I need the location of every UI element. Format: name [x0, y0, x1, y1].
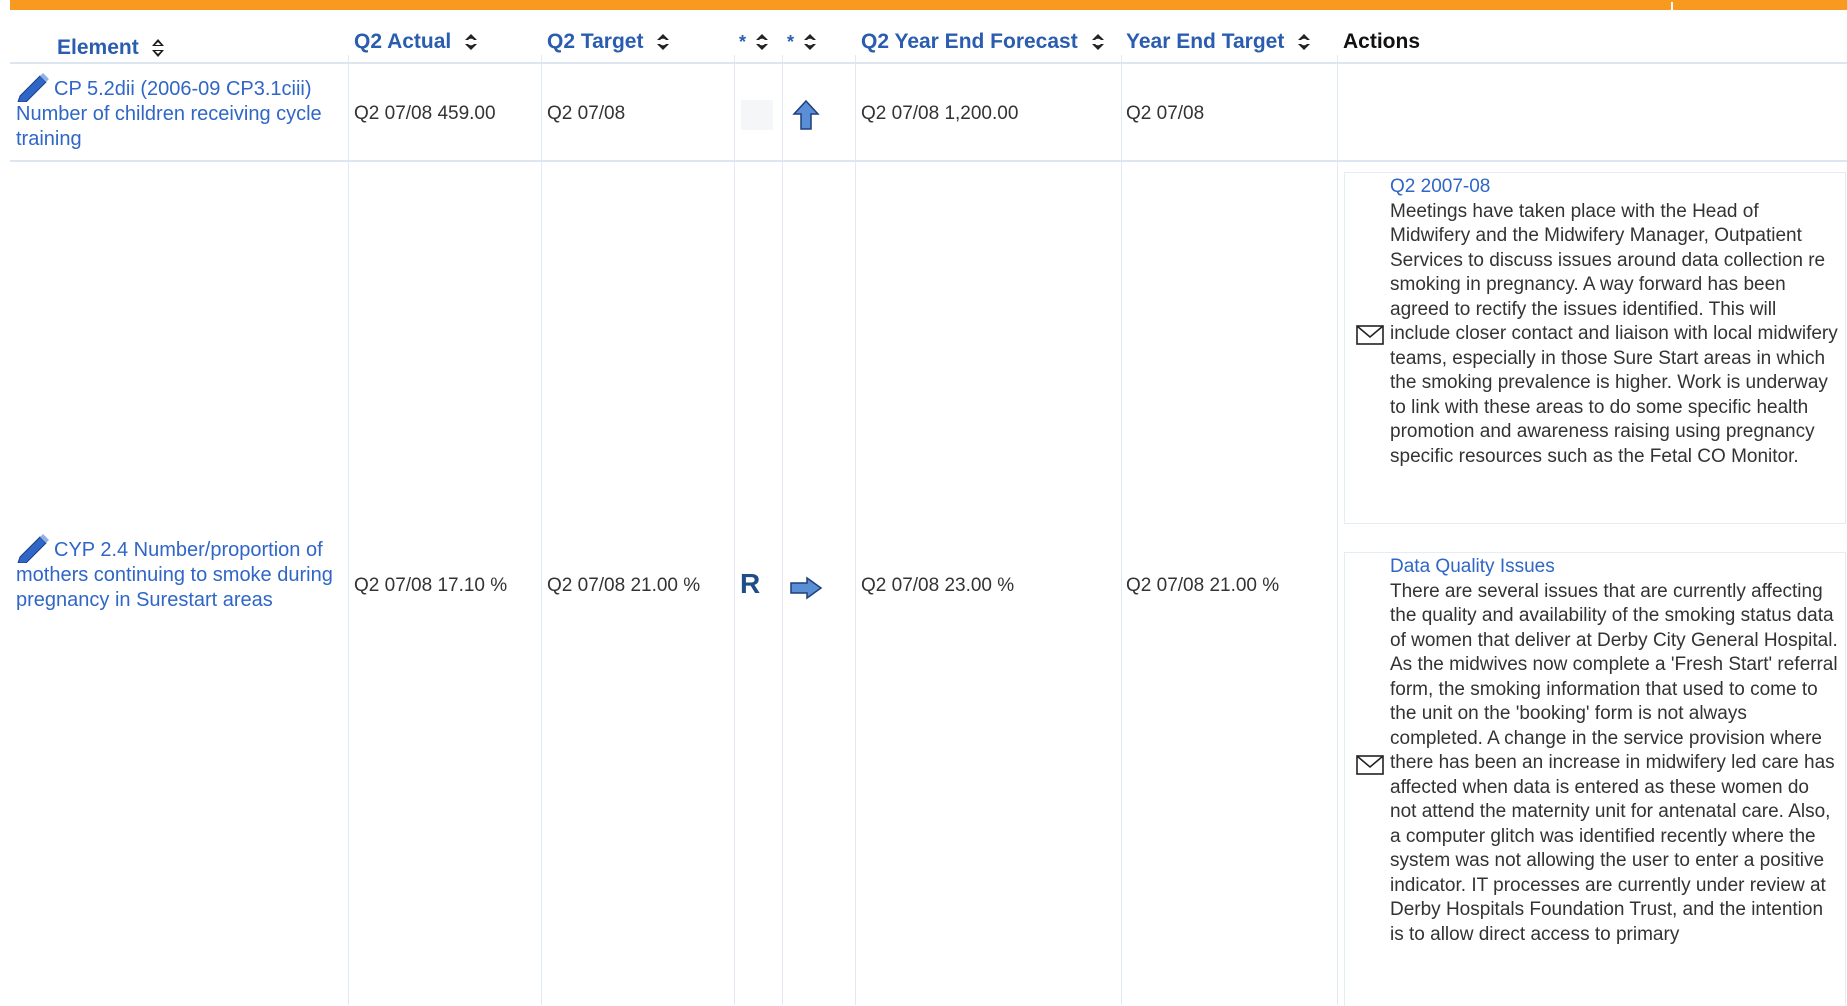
sort-both-icon[interactable]: [151, 37, 165, 59]
action-note: Q2 2007-08 Meetings have taken place wit…: [1344, 172, 1846, 524]
header-q2-forecast-label[interactable]: Q2 Year End Forecast: [861, 30, 1078, 53]
table-row-element[interactable]: CYP 2.4 Number/proportion of mothers con…: [16, 531, 346, 613]
header-year-end-target-label[interactable]: Year End Target: [1126, 30, 1284, 53]
year-end-target-value: Q2 07/08 21.00 %: [1126, 575, 1280, 596]
header-trend[interactable]: *: [787, 30, 818, 54]
note-text: Meetings have taken place with the Head …: [1390, 200, 1838, 467]
q2-actual-value: Q2 07/08 459.00: [354, 103, 496, 124]
column-divider: [1337, 55, 1338, 1005]
column-divider: [541, 55, 542, 1005]
status-red-badge: R: [740, 568, 761, 599]
note-title[interactable]: Q2 2007-08: [1390, 175, 1840, 200]
q2-forecast-value: Q2 07/08 1,200.00: [861, 103, 1019, 124]
sort-icon[interactable]: [655, 32, 671, 52]
row-separator: [10, 160, 1847, 162]
arrow-right-icon: [790, 576, 823, 600]
column-divider: [734, 55, 735, 1005]
column-divider: [855, 55, 856, 1005]
sort-icon[interactable]: [754, 32, 770, 52]
element-link[interactable]: CYP 2.4 Number/proportion of mothers con…: [16, 539, 333, 611]
arrow-up-icon: [792, 99, 820, 130]
column-divider: [1121, 55, 1122, 1005]
header-status[interactable]: *: [739, 30, 770, 54]
envelope-icon[interactable]: [1356, 325, 1384, 345]
pencil-icon[interactable]: [16, 531, 50, 563]
header-element-label[interactable]: Element: [57, 36, 139, 59]
header-separator: [10, 62, 1847, 64]
top-bar-divider: [1671, 2, 1673, 10]
note-text: There are several issues that are curren…: [1390, 580, 1838, 945]
note-title[interactable]: Data Quality Issues: [1390, 555, 1840, 580]
header-q2-target-label[interactable]: Q2 Target: [547, 30, 643, 53]
q2-target-value: Q2 07/08: [547, 103, 626, 124]
element-link[interactable]: CP 5.2dii (2006-09 CP3.1ciii) Number of …: [16, 78, 322, 150]
header-q2-actual[interactable]: Q2 Actual: [354, 30, 479, 54]
pencil-icon[interactable]: [16, 70, 50, 102]
envelope-icon[interactable]: [1356, 755, 1384, 775]
header-q2-forecast[interactable]: Q2 Year End Forecast: [861, 30, 1106, 54]
sort-icon[interactable]: [463, 32, 479, 52]
header-year-end-target[interactable]: Year End Target: [1126, 30, 1312, 54]
table-row-element[interactable]: CP 5.2dii (2006-09 CP3.1ciii) Number of …: [16, 70, 346, 152]
header-q2-target[interactable]: Q2 Target: [547, 30, 671, 54]
header-trend-star[interactable]: *: [787, 32, 794, 52]
column-divider: [348, 55, 349, 1005]
sort-icon[interactable]: [1090, 32, 1106, 52]
sort-icon[interactable]: [802, 32, 818, 52]
action-note: Data Quality Issues There are several is…: [1344, 552, 1846, 1006]
top-accent-bar: [10, 0, 1847, 10]
year-end-target-value: Q2 07/08: [1126, 103, 1205, 124]
sort-icon[interactable]: [1296, 32, 1312, 52]
q2-forecast-value: Q2 07/08 23.00 %: [861, 575, 1015, 596]
q2-target-value: Q2 07/08 21.00 %: [547, 575, 701, 596]
header-element[interactable]: Element: [57, 36, 165, 60]
header-actions: Actions: [1343, 30, 1421, 53]
header-status-star[interactable]: *: [739, 32, 746, 52]
header-q2-actual-label[interactable]: Q2 Actual: [354, 30, 451, 53]
status-indicator-empty: [741, 100, 773, 130]
q2-actual-value: Q2 07/08 17.10 %: [354, 575, 508, 596]
column-divider: [782, 55, 783, 1005]
